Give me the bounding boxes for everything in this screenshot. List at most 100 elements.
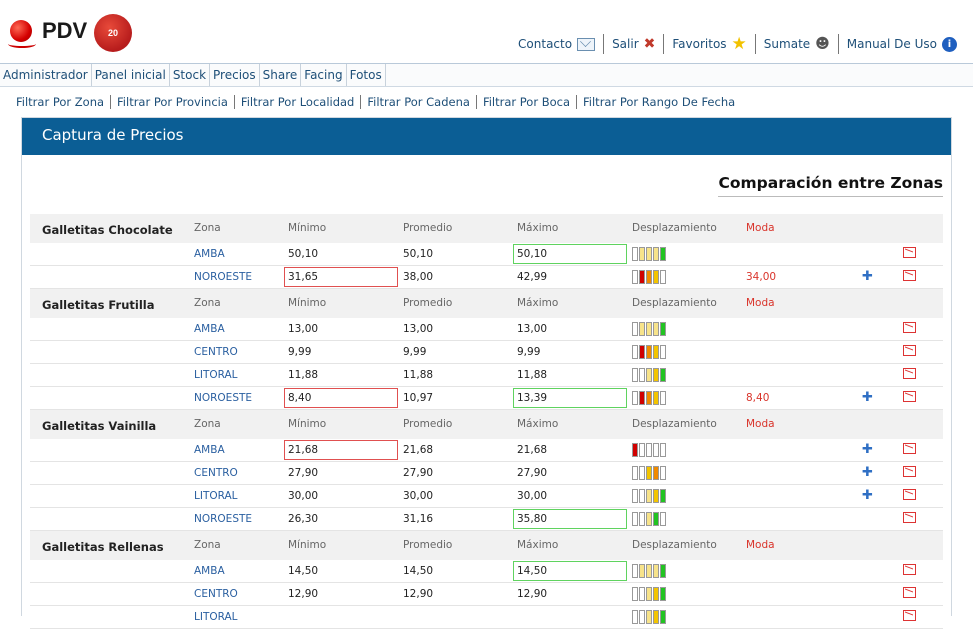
zone-link[interactable]: NOROESTE xyxy=(194,513,252,525)
displacement-segment xyxy=(660,466,666,480)
displacement-segment xyxy=(632,610,638,624)
filter-link-5[interactable]: Filtrar Por Boca xyxy=(477,92,576,112)
menu-item-panel-inicial[interactable]: Panel inicial xyxy=(92,64,170,86)
chart-icon[interactable] xyxy=(903,368,916,379)
chart-icon[interactable] xyxy=(903,587,916,598)
chart-icon[interactable] xyxy=(903,610,916,621)
displacement-segment xyxy=(660,443,666,457)
displacement-segment xyxy=(632,322,638,336)
user-icon: ☻ xyxy=(815,36,830,52)
displacement-segment xyxy=(660,512,666,526)
contact-link[interactable]: Contacto xyxy=(510,34,603,54)
zone-link[interactable]: CENTRO xyxy=(194,467,238,479)
manual-link[interactable]: Manual De Uso i xyxy=(839,34,965,54)
product-header: Galletitas Vainilla Zona Mínimo Promedio Máx… xyxy=(30,410,943,439)
avg-price: 27,90 xyxy=(403,467,434,479)
column-header-zona: Zona xyxy=(194,297,221,309)
table-row: LITORAL 11,88 11,88 11,88 xyxy=(30,364,943,387)
displacement-segment xyxy=(639,247,645,261)
displacement-segment xyxy=(653,345,659,359)
product-name: Galletitas Vainilla xyxy=(42,419,157,433)
menu-item-fotos[interactable]: Fotos xyxy=(347,64,386,86)
displacement-segment xyxy=(646,368,652,382)
panel-title: Captura de Precios xyxy=(22,118,951,155)
menu-item-facing[interactable]: Facing xyxy=(301,64,347,86)
menu-item-share[interactable]: Share xyxy=(260,64,302,86)
displacement-segment xyxy=(660,270,666,284)
product-name: Galletitas Chocolate xyxy=(42,223,173,237)
max-price: 13,00 xyxy=(517,323,548,335)
displacement-indicator xyxy=(632,247,667,261)
table-row: AMBA 50,10 50,10 50,10 xyxy=(30,243,943,266)
chart-icon[interactable] xyxy=(903,345,916,356)
displacement-segment xyxy=(632,564,638,578)
product-header: Galletitas Frutilla Zona Mínimo Promedio Máx… xyxy=(30,289,943,318)
menu-item-precios[interactable]: Precios xyxy=(210,64,260,86)
column-header-moda: Moda xyxy=(746,418,775,430)
filter-link-1[interactable]: Filtrar Por Zona xyxy=(10,92,110,112)
filter-link-2[interactable]: Filtrar Por Provincia xyxy=(111,92,234,112)
logo-ball-icon xyxy=(10,20,32,42)
zone-link[interactable]: CENTRO xyxy=(194,346,238,358)
column-header-moda: Moda xyxy=(746,539,775,551)
prices-panel: Captura de Precios Comparación entre Zon… xyxy=(21,117,952,629)
column-header-minimo: Mínimo xyxy=(288,222,327,234)
displacement-indicator xyxy=(632,512,667,526)
moda-value: 34,00 xyxy=(746,271,777,283)
zone-link[interactable]: AMBA xyxy=(194,248,225,260)
zone-link[interactable]: LITORAL xyxy=(194,490,238,502)
anniversary-badge: 20 AÑOS xyxy=(94,14,132,76)
logout-link[interactable]: Salir ✖ xyxy=(604,34,663,54)
chart-icon[interactable] xyxy=(903,512,916,523)
chart-icon[interactable] xyxy=(903,391,916,402)
filter-link-6[interactable]: Filtrar Por Rango De Fecha xyxy=(577,92,741,112)
chart-icon[interactable] xyxy=(903,270,916,281)
zone-link[interactable]: CENTRO xyxy=(194,588,238,600)
favorites-link[interactable]: Favoritos ★ xyxy=(664,34,754,54)
chart-icon[interactable] xyxy=(903,489,916,500)
menu-item-stock[interactable]: Stock xyxy=(170,64,211,86)
max-price: 14,50 xyxy=(517,565,548,577)
zone-link[interactable]: NOROESTE xyxy=(194,271,252,283)
menu-item-administrador[interactable]: Administrador xyxy=(0,64,92,86)
chart-icon[interactable] xyxy=(903,247,916,258)
chart-icon[interactable] xyxy=(903,564,916,575)
displacement-indicator xyxy=(632,391,667,405)
displacement-segment xyxy=(646,345,652,359)
displacement-segment xyxy=(660,489,666,503)
column-header-minimo: Mínimo xyxy=(288,539,327,551)
app-header: PDV 20 AÑOS Contacto Salir ✖ Favoritos ★… xyxy=(0,0,973,76)
displacement-segment xyxy=(660,322,666,336)
envelope-icon xyxy=(577,37,596,51)
displacement-segment xyxy=(639,345,645,359)
main-menu-bar: Administrador Panel inicial Stock Precios Sh… xyxy=(0,63,973,87)
zone-link[interactable]: AMBA xyxy=(194,444,225,456)
avg-price: 50,10 xyxy=(403,248,434,260)
column-header-desplazamiento: Desplazamiento xyxy=(632,222,717,234)
contact-link-label: Contacto xyxy=(518,37,573,51)
chart-icon[interactable] xyxy=(903,443,916,454)
displacement-segment xyxy=(632,443,638,457)
star-icon: ★ xyxy=(731,34,747,54)
zone-link[interactable]: AMBA xyxy=(194,565,225,577)
chart-icon[interactable] xyxy=(903,466,916,477)
displacement-segment xyxy=(660,391,666,405)
displacement-segment xyxy=(639,391,645,405)
filter-link-3[interactable]: Filtrar Por Localidad xyxy=(235,92,360,112)
column-header-promedio: Promedio xyxy=(403,222,453,234)
expand-plus-icon[interactable]: ✚ xyxy=(862,489,873,502)
displacement-segment xyxy=(632,391,638,405)
expand-plus-icon[interactable]: ✚ xyxy=(862,270,873,283)
sumate-link[interactable]: Sumate ☻ xyxy=(756,34,838,54)
displacement-segment xyxy=(632,587,638,601)
zone-link[interactable]: LITORAL xyxy=(194,611,238,623)
expand-plus-icon[interactable]: ✚ xyxy=(862,391,873,404)
expand-plus-icon[interactable]: ✚ xyxy=(862,466,873,479)
zone-link[interactable]: AMBA xyxy=(194,323,225,335)
table-row: AMBA 13,00 13,00 13,00 xyxy=(30,318,943,341)
expand-plus-icon[interactable]: ✚ xyxy=(862,443,873,456)
filter-link-4[interactable]: Filtrar Por Cadena xyxy=(361,92,476,112)
chart-icon[interactable] xyxy=(903,322,916,333)
zone-link[interactable]: LITORAL xyxy=(194,369,238,381)
zone-link[interactable]: NOROESTE xyxy=(194,392,252,404)
